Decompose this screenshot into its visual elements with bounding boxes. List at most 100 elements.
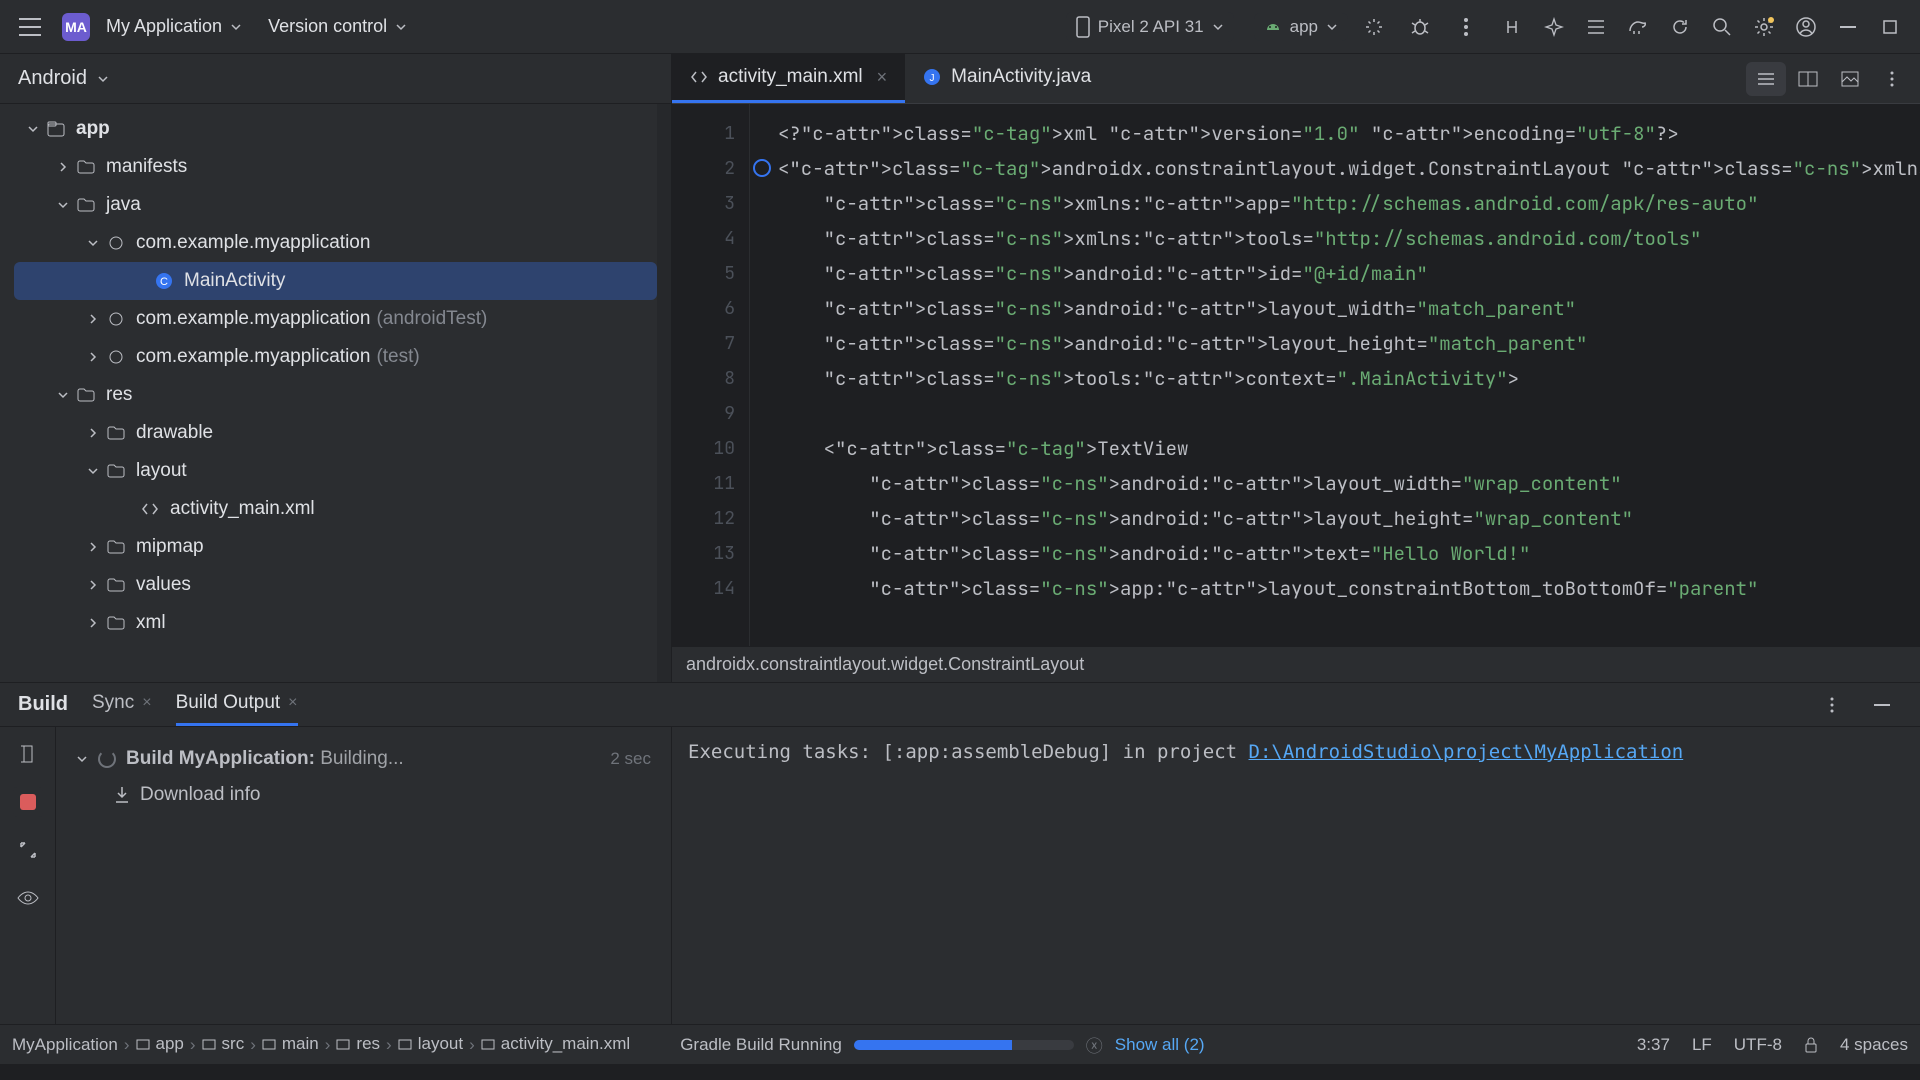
build-task-tree[interactable]: Build MyApplication: Building... 2 sec D…	[56, 727, 672, 1024]
tree-node-app[interactable]: app	[0, 110, 671, 148]
breadcrumb[interactable]: MyApplication›app›src›main›res›layout›ac…	[12, 1034, 630, 1055]
sidebar-view-selector[interactable]: Android	[0, 54, 671, 104]
chevron-down-icon	[87, 237, 99, 249]
folder-icon	[104, 464, 128, 478]
project-tree[interactable]: app manifests java com.example.myapplica…	[0, 104, 671, 682]
tree-label: mipmap	[136, 536, 204, 558]
tree-node-package-androidtest[interactable]: com.example.myapplication(androidTest)	[0, 300, 671, 338]
tree-node-layout[interactable]: layout	[0, 452, 671, 490]
chevron-down-icon	[1326, 21, 1338, 33]
eye-icon	[17, 891, 39, 905]
project-name-dropdown[interactable]: My Application	[96, 10, 252, 43]
tabs-more-button[interactable]	[1872, 62, 1912, 96]
console-path-link[interactable]: D:\AndroidStudio\project\MyApplication	[1249, 741, 1684, 763]
build-task-label: Build MyApplication:	[126, 748, 315, 769]
module-icon	[44, 121, 68, 137]
editor-tabs: activity_main.xml × J MainActivity.java	[672, 54, 1920, 104]
close-icon[interactable]: ×	[288, 694, 297, 712]
split-view-button[interactable]	[1788, 62, 1828, 96]
ai-assist-button[interactable]	[1534, 7, 1574, 47]
run-config-selector[interactable]: app	[1254, 13, 1348, 41]
build-task-row[interactable]: Build MyApplication: Building... 2 sec	[76, 741, 651, 777]
chevron-down-icon	[1212, 21, 1224, 33]
scroll-icon	[19, 744, 37, 764]
chevron-down-icon	[57, 199, 69, 211]
project-sidebar: Android app manifests java com	[0, 54, 672, 682]
java-file-icon: J	[923, 68, 941, 86]
refresh-icon	[1670, 17, 1690, 37]
tree-node-mainactivity[interactable]: C MainActivity	[14, 262, 657, 300]
design-view-button[interactable]	[1830, 62, 1870, 96]
build-download-row[interactable]: Download info	[76, 777, 651, 813]
stop-build-button[interactable]	[13, 787, 43, 817]
minimize-button[interactable]	[1828, 7, 1868, 47]
main-menu-button[interactable]	[10, 7, 50, 47]
tree-node-xml[interactable]: xml	[0, 604, 671, 642]
close-icon[interactable]: ×	[142, 694, 151, 712]
tree-node-res[interactable]: res	[0, 376, 671, 414]
folder-icon	[104, 616, 128, 630]
tree-node-drawable[interactable]: drawable	[0, 414, 671, 452]
more-button[interactable]	[1446, 7, 1486, 47]
cursor-position[interactable]: 3:37	[1637, 1035, 1670, 1055]
tool-scroll-button[interactable]	[13, 739, 43, 769]
build-more-button[interactable]	[1812, 685, 1852, 725]
show-all-link[interactable]: Show all (2)	[1115, 1035, 1205, 1055]
tab-label: MainActivity.java	[951, 66, 1091, 88]
console-text: Executing tasks: [:app:assembleDebug] in…	[688, 741, 1249, 763]
vcs-dropdown[interactable]: Version control	[258, 10, 417, 43]
code-view-button[interactable]	[1746, 62, 1786, 96]
xml-file-icon	[138, 502, 162, 516]
file-encoding[interactable]: UTF-8	[1734, 1035, 1782, 1055]
tree-node-package-test[interactable]: com.example.myapplication(test)	[0, 338, 671, 376]
line-ending[interactable]: LF	[1692, 1035, 1712, 1055]
readonly-icon[interactable]	[1804, 1036, 1818, 1054]
build-console[interactable]: Executing tasks: [:app:assembleDebug] in…	[672, 727, 1920, 1024]
tab-activity-main[interactable]: activity_main.xml ×	[672, 54, 905, 103]
reload-button[interactable]	[1660, 7, 1700, 47]
close-icon[interactable]: ×	[877, 67, 888, 88]
maximize-button[interactable]	[1870, 7, 1910, 47]
editor-breadcrumb[interactable]: androidx.constraintlayout.widget.Constra…	[672, 646, 1920, 682]
code-editor[interactable]: 1 2 3 4 5 6 7 8 9 10 11 12 13 14 <?"c-at…	[672, 104, 1920, 646]
debug-button[interactable]	[1400, 7, 1440, 47]
progress-cancel-button[interactable]: ⓧ	[1086, 1032, 1103, 1057]
tab-mainactivity-java[interactable]: J MainActivity.java	[905, 54, 1109, 103]
device-selector[interactable]: Pixel 2 API 31	[1066, 12, 1234, 42]
chevron-right-icon	[87, 427, 99, 439]
breadcrumb-text: androidx.constraintlayout.widget.Constra…	[686, 654, 1084, 675]
xml-file-icon	[690, 70, 708, 84]
vcs-label: Version control	[268, 16, 387, 37]
tree-label: values	[136, 574, 191, 596]
build-tab-sync[interactable]: Sync ×	[92, 683, 152, 726]
build-panel-title: Build	[18, 693, 68, 716]
indent-setting[interactable]: 4 spaces	[1840, 1035, 1908, 1055]
tree-node-manifests[interactable]: manifests	[0, 148, 671, 186]
build-minimize-button[interactable]	[1862, 685, 1902, 725]
tree-node-package[interactable]: com.example.myapplication	[0, 224, 671, 262]
tree-node-java[interactable]: java	[0, 186, 671, 224]
tree-node-activity-xml[interactable]: activity_main.xml	[0, 490, 671, 528]
account-button[interactable]	[1786, 7, 1826, 47]
chevron-right-icon	[87, 313, 99, 325]
chevron-down-icon	[395, 21, 407, 33]
build-tab-output[interactable]: Build Output ×	[176, 683, 298, 726]
tree-node-mipmap[interactable]: mipmap	[0, 528, 671, 566]
code-with-me-button[interactable]	[1492, 7, 1532, 47]
settings-button[interactable]	[1744, 7, 1784, 47]
tool-expand-button[interactable]	[13, 835, 43, 865]
user-icon	[1795, 16, 1817, 38]
code-content[interactable]: <?"c-attr">class="c-tag">xml "c-attr">ve…	[750, 104, 1920, 646]
spinner-icon	[98, 750, 116, 768]
elephant-button[interactable]	[1618, 7, 1658, 47]
search-button[interactable]	[1702, 7, 1742, 47]
toggle-tool-button[interactable]	[1576, 7, 1616, 47]
tree-label: MainActivity	[184, 270, 285, 292]
gear-icon	[1753, 16, 1775, 38]
package-icon	[104, 349, 128, 365]
tree-node-values[interactable]: values	[0, 566, 671, 604]
sidebar-scrollbar[interactable]	[657, 104, 671, 682]
top-toolbar: MA My Application Version control Pixel …	[0, 0, 1920, 54]
code-icon	[1756, 72, 1776, 86]
tool-eye-button[interactable]	[13, 883, 43, 913]
